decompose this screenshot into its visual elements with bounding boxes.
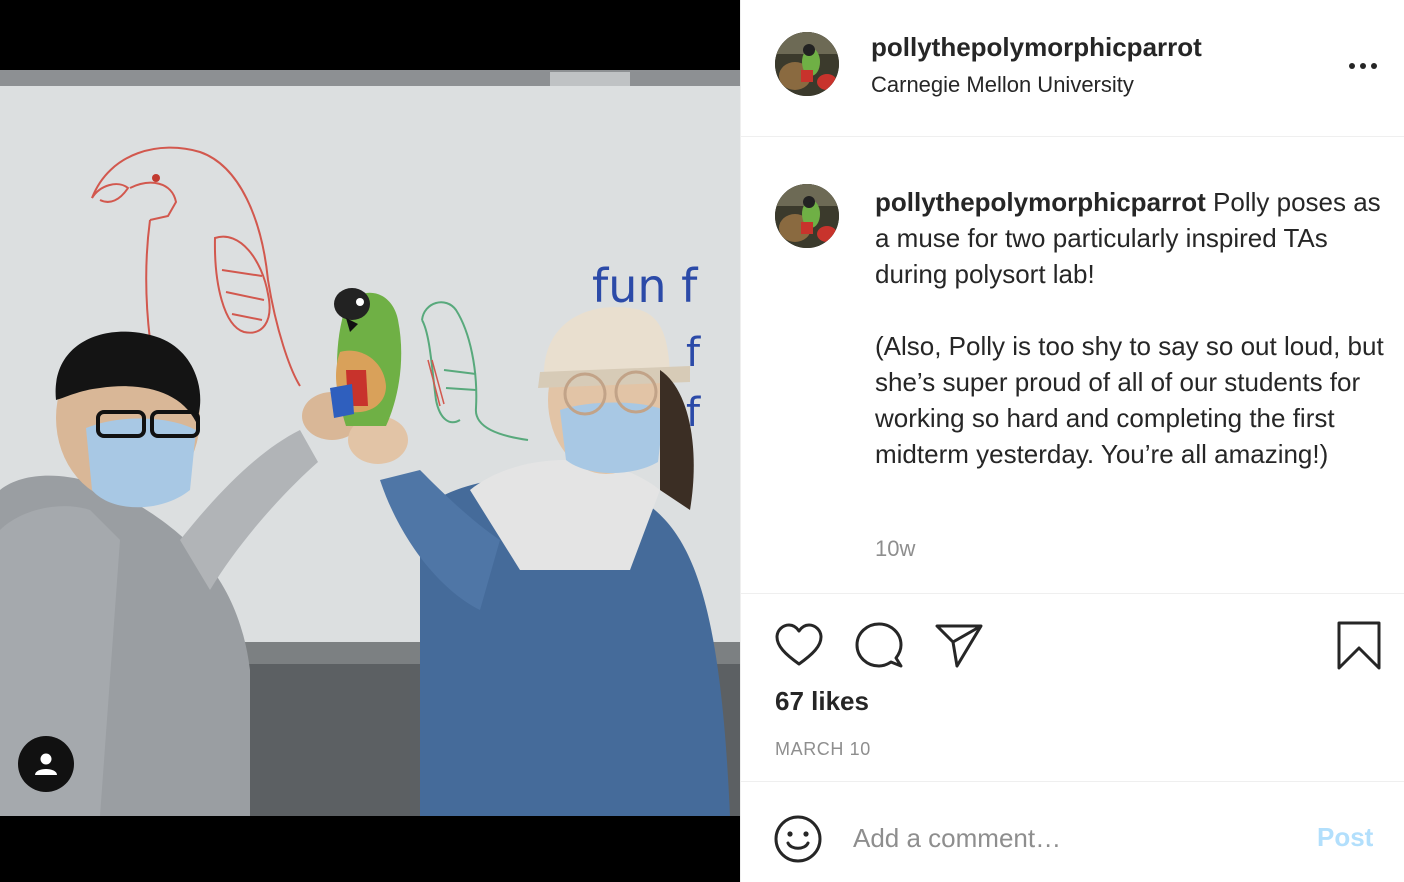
tagged-users-button[interactable] — [18, 736, 74, 792]
bookmark-icon — [1337, 621, 1381, 670]
post-caption: pollythepolymorphicparrot Polly poses as… — [875, 184, 1395, 472]
avatar[interactable] — [775, 32, 839, 96]
comment-button[interactable] — [853, 620, 905, 672]
caption-avatar[interactable] — [775, 184, 839, 248]
post-comment-button[interactable]: Post — [1317, 822, 1373, 853]
avatar-image — [775, 184, 839, 248]
post-sidebar: pollythepolymorphicparrot Carnegie Mello… — [740, 0, 1404, 882]
caption-section: pollythepolymorphicparrot Polly poses as… — [741, 138, 1404, 594]
comment-bar: Post — [741, 784, 1404, 882]
post-photo-panel: fun f f f — [0, 0, 740, 882]
heart-icon — [775, 623, 823, 666]
comment-input[interactable] — [853, 812, 1293, 864]
post-date[interactable]: MARCH 10 — [775, 739, 871, 760]
emoji-button[interactable] — [773, 814, 823, 864]
more-options-button[interactable] — [1341, 52, 1385, 80]
comment-bubble-icon — [855, 622, 903, 668]
post-username[interactable]: pollythepolymorphicparrot — [871, 32, 1202, 63]
avatar-image — [775, 32, 839, 96]
likes-count[interactable]: 67 likes — [775, 686, 869, 717]
post-actions: 67 likes MARCH 10 — [741, 596, 1404, 782]
person-icon — [35, 753, 57, 775]
post-photo[interactable]: fun f f f — [0, 70, 740, 816]
caption-username[interactable]: pollythepolymorphicparrot — [875, 187, 1206, 217]
share-button[interactable] — [933, 620, 985, 672]
post-location[interactable]: Carnegie Mellon University — [871, 72, 1134, 98]
more-options-icon — [1349, 63, 1377, 69]
photo-illustration: fun f f f — [0, 70, 740, 816]
like-button[interactable] — [773, 620, 825, 672]
post-time-ago[interactable]: 10w — [875, 536, 915, 562]
paper-plane-icon — [935, 624, 983, 668]
post-header: pollythepolymorphicparrot Carnegie Mello… — [741, 0, 1404, 137]
caption-text-part2: (Also, Polly is too shy to say so out lo… — [875, 331, 1384, 469]
smiley-icon — [774, 815, 822, 863]
save-button[interactable] — [1333, 620, 1385, 672]
whiteboard-text: fun f — [592, 259, 699, 313]
